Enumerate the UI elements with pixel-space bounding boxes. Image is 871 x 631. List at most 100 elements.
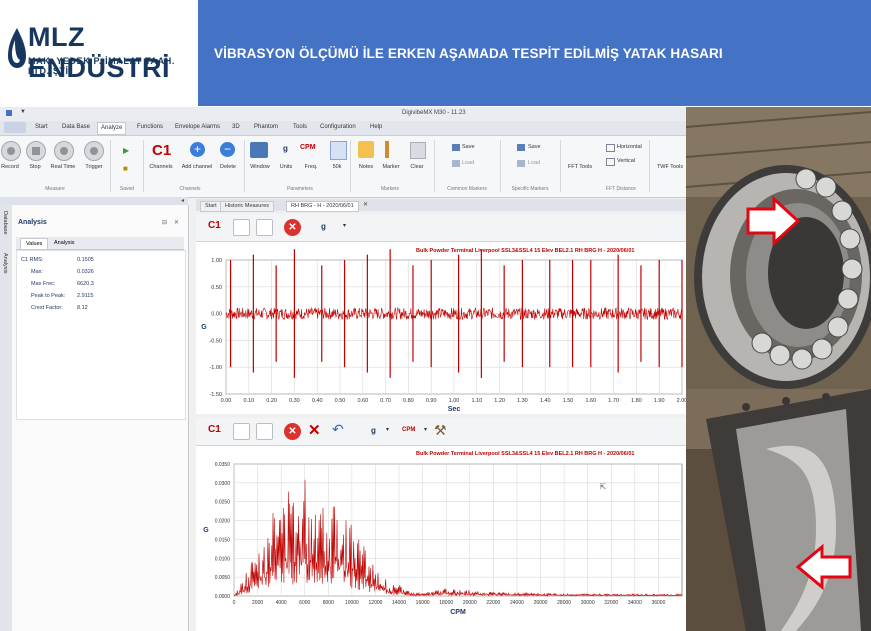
time-waveform-chart[interactable]: 0.00 0.10 0.20 0.30 0.40 0.50 0.60 0.70 0.80 0.90…: [196, 242, 686, 414]
channel-button[interactable]: C1: [208, 424, 221, 435]
save-icon[interactable]: [452, 144, 460, 151]
save-icon[interactable]: [517, 144, 525, 151]
time-waveform-plot: Bulk Powder Terminal Liverpool SSL3&SSL4…: [196, 242, 686, 414]
notes-label: Notes: [358, 164, 374, 170]
trigger-label: Trigger: [85, 164, 103, 170]
specific-load-label[interactable]: Load: [528, 160, 540, 166]
document-tabs: Start Historic Measures RH BRG - H - 202…: [196, 199, 686, 212]
undo-icon[interactable]: ↶: [332, 421, 344, 438]
vertical-icon[interactable]: [606, 158, 615, 166]
x-tick-label: 1.40: [540, 398, 551, 404]
load-icon[interactable]: [517, 160, 525, 167]
row-value: 8.12: [77, 305, 88, 311]
menu-analyze[interactable]: Analyze: [97, 122, 127, 135]
clear-icon[interactable]: ✕: [308, 421, 321, 439]
record-label: Record: [1, 164, 19, 170]
twf-tools-label[interactable]: TWF Tools: [654, 164, 686, 170]
horizontal-label[interactable]: Horizontal: [617, 144, 642, 150]
vertical-label[interactable]: Vertical: [617, 158, 635, 164]
group-divider: [110, 140, 111, 192]
tab-analysis[interactable]: Analysis: [54, 240, 74, 246]
menu-tools[interactable]: Tools: [293, 124, 307, 130]
channels-icon[interactable]: C1: [152, 142, 171, 159]
x-tick-label: 14000: [392, 600, 406, 606]
delete-icon[interactable]: ✕: [284, 423, 301, 440]
menu-envelope-alarms[interactable]: Envelope Alarms: [175, 124, 220, 130]
x-tick-label: 0.60: [357, 398, 368, 404]
freq-value[interactable]: CPM: [300, 144, 316, 151]
spectrum-plot: Bulk Powder Terminal Liverpool SSL3&SSL4…: [196, 446, 686, 631]
fft-tools-label[interactable]: FFT Tools: [565, 164, 595, 170]
file-menu-button[interactable]: [4, 122, 26, 133]
x-tick-label: 2000: [252, 600, 263, 606]
specific-save-label[interactable]: Save: [528, 144, 541, 150]
tab-start[interactable]: Start: [200, 201, 222, 212]
menu-start[interactable]: Start: [35, 124, 48, 130]
x-tick-label: 12000: [369, 600, 383, 606]
x-tick-label: 34000: [628, 600, 642, 606]
unit-dropdown[interactable]: g: [321, 222, 326, 231]
record-icon[interactable]: [1, 141, 21, 161]
common-save-label[interactable]: Save: [462, 144, 475, 150]
menu-3d[interactable]: 3D: [232, 124, 240, 130]
menu-phantom[interactable]: Phantom: [254, 124, 278, 130]
chevron-down-icon[interactable]: ▾: [343, 222, 346, 229]
menu-functions[interactable]: Functions: [137, 124, 163, 130]
play-icon[interactable]: ▶: [123, 146, 129, 155]
clear-icon[interactable]: [410, 142, 426, 159]
menu-help[interactable]: Help: [370, 124, 382, 130]
notes-icon[interactable]: [358, 141, 374, 158]
chevron-down-icon[interactable]: ▾: [386, 426, 389, 433]
units-label: Units: [279, 164, 293, 170]
clear-label: Clear: [410, 164, 424, 170]
cursor-icon[interactable]: [256, 219, 273, 236]
y-axis-label: G: [203, 527, 209, 534]
row-value: 2.9115: [77, 293, 94, 299]
x-tick-label: 0.70: [380, 398, 391, 404]
chevron-down-icon[interactable]: ▾: [424, 426, 427, 433]
real-time-icon[interactable]: [54, 141, 74, 161]
delete-label: Delete: [220, 164, 236, 170]
common-load-label[interactable]: Load: [462, 160, 474, 166]
row-label: Max Frec:: [31, 281, 56, 287]
load-icon[interactable]: [452, 160, 460, 167]
close-panel-icon[interactable]: ✕: [174, 219, 179, 226]
stop-icon[interactable]: [26, 141, 46, 161]
panel-title: Analysis: [18, 219, 47, 226]
collapse-icon[interactable]: ◂: [181, 197, 184, 204]
add-channel-icon[interactable]: +: [190, 142, 205, 157]
channel-button[interactable]: C1: [208, 220, 221, 231]
display-icon[interactable]: [233, 423, 250, 440]
horizontal-icon[interactable]: [606, 144, 615, 152]
trigger-icon[interactable]: [84, 141, 104, 161]
window-icon[interactable]: [250, 142, 268, 158]
menu-database[interactable]: Data Base: [62, 124, 90, 130]
close-tab-icon[interactable]: ✕: [363, 201, 368, 208]
side-tab-database[interactable]: Database: [2, 211, 8, 235]
display-icon[interactable]: [233, 219, 250, 236]
ribbon: Record Stop Real Time Trigger Measure ▶ …: [0, 136, 686, 198]
delete-channel-icon[interactable]: −: [220, 142, 235, 157]
resolution-icon[interactable]: [330, 141, 347, 160]
menu-configuration[interactable]: Configuration: [320, 124, 356, 130]
freq-unit-dropdown[interactable]: CPM: [402, 427, 415, 433]
pin-icon[interactable]: ⊟: [162, 219, 167, 226]
spectrum-chart[interactable]: 0 2000 4000 6000 8000 10000 12000 14000 16000 180…: [196, 446, 686, 631]
tab-values[interactable]: Values: [20, 238, 49, 250]
tab-historic-measures[interactable]: Historic Measures: [220, 201, 275, 212]
side-tab-analysis[interactable]: Analysis: [2, 253, 8, 273]
window-label: Window: [250, 164, 270, 170]
x-tick-label: 1.70: [608, 398, 619, 404]
x-tick-label: 1.50: [563, 398, 574, 404]
units-value[interactable]: g: [283, 144, 288, 153]
unit-dropdown[interactable]: g: [371, 426, 376, 435]
cursor-icon[interactable]: [256, 423, 273, 440]
lock-icon[interactable]: ■: [123, 164, 128, 173]
delete-icon[interactable]: ✕: [284, 219, 301, 236]
tab-rh-brg[interactable]: RH BRG - H - 2020/06/01: [286, 201, 359, 212]
tools-icon[interactable]: ⚒: [434, 422, 447, 439]
marker-icon[interactable]: [385, 141, 389, 158]
x-tick-label: 20000: [463, 600, 477, 606]
quick-access-icon[interactable]: ▼: [20, 109, 26, 115]
x-tick-label: 1.60: [585, 398, 596, 404]
